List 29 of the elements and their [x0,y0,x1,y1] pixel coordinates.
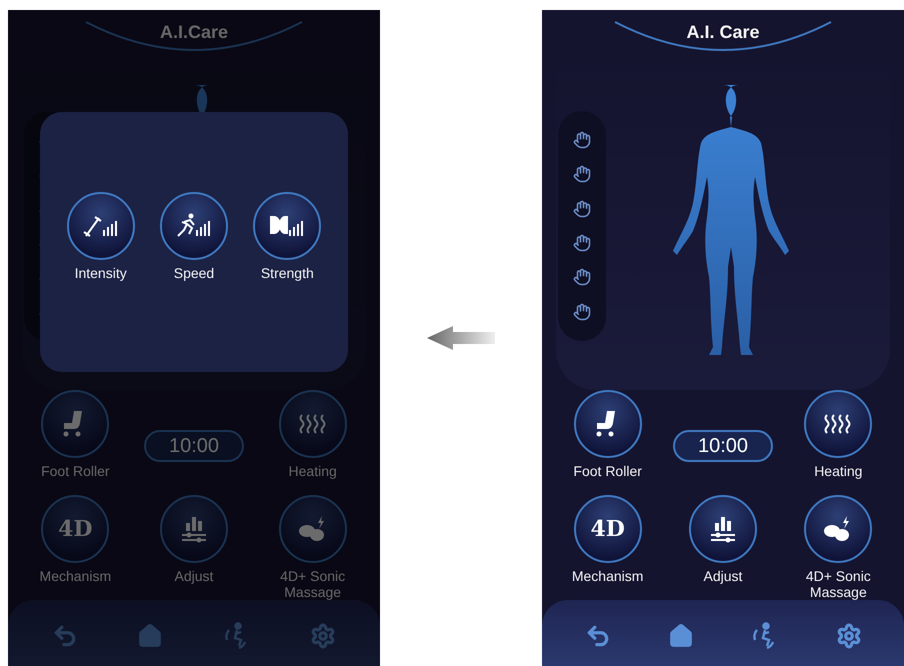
control-label: 4D+ Sonic Massage [804,568,872,600]
control-label: Heating [288,463,337,479]
control-label: Foot Roller [573,463,642,479]
hand-icon[interactable] [573,200,591,218]
screen-title: A.I. Care [686,22,760,44]
control-button[interactable]: 4D [574,495,642,563]
control-label: Foot Roller [41,463,110,479]
arrow-left-icon [427,326,495,350]
timer-display: 10:00 [144,430,244,462]
popup-option-label: Strength [260,265,314,281]
timer-display: 10:00 [672,430,773,462]
screen-title: A.I.Care [160,22,228,44]
control-label: Heating [814,463,862,479]
control-label: Adjust [174,568,214,584]
popup-option-label: Intensity [74,265,127,281]
control-label: Mechanism [40,568,112,584]
control-label: 4D+ Sonic Massage [279,568,346,600]
popup-option-label: Speed [174,265,214,281]
hand-icon[interactable] [573,268,591,286]
mechanism-text: 4D [58,516,93,542]
heat-waves-icon [823,413,854,435]
hand-icon[interactable] [573,165,591,184]
control-label: Adjust [704,568,742,584]
hand-icon[interactable] [573,131,591,150]
hand-icon[interactable] [573,234,591,252]
control-label: Mechanism [572,568,644,584]
hand-icon[interactable] [573,302,591,321]
heat-waves-icon [298,413,328,435]
mechanism-text: 4D [590,516,625,542]
